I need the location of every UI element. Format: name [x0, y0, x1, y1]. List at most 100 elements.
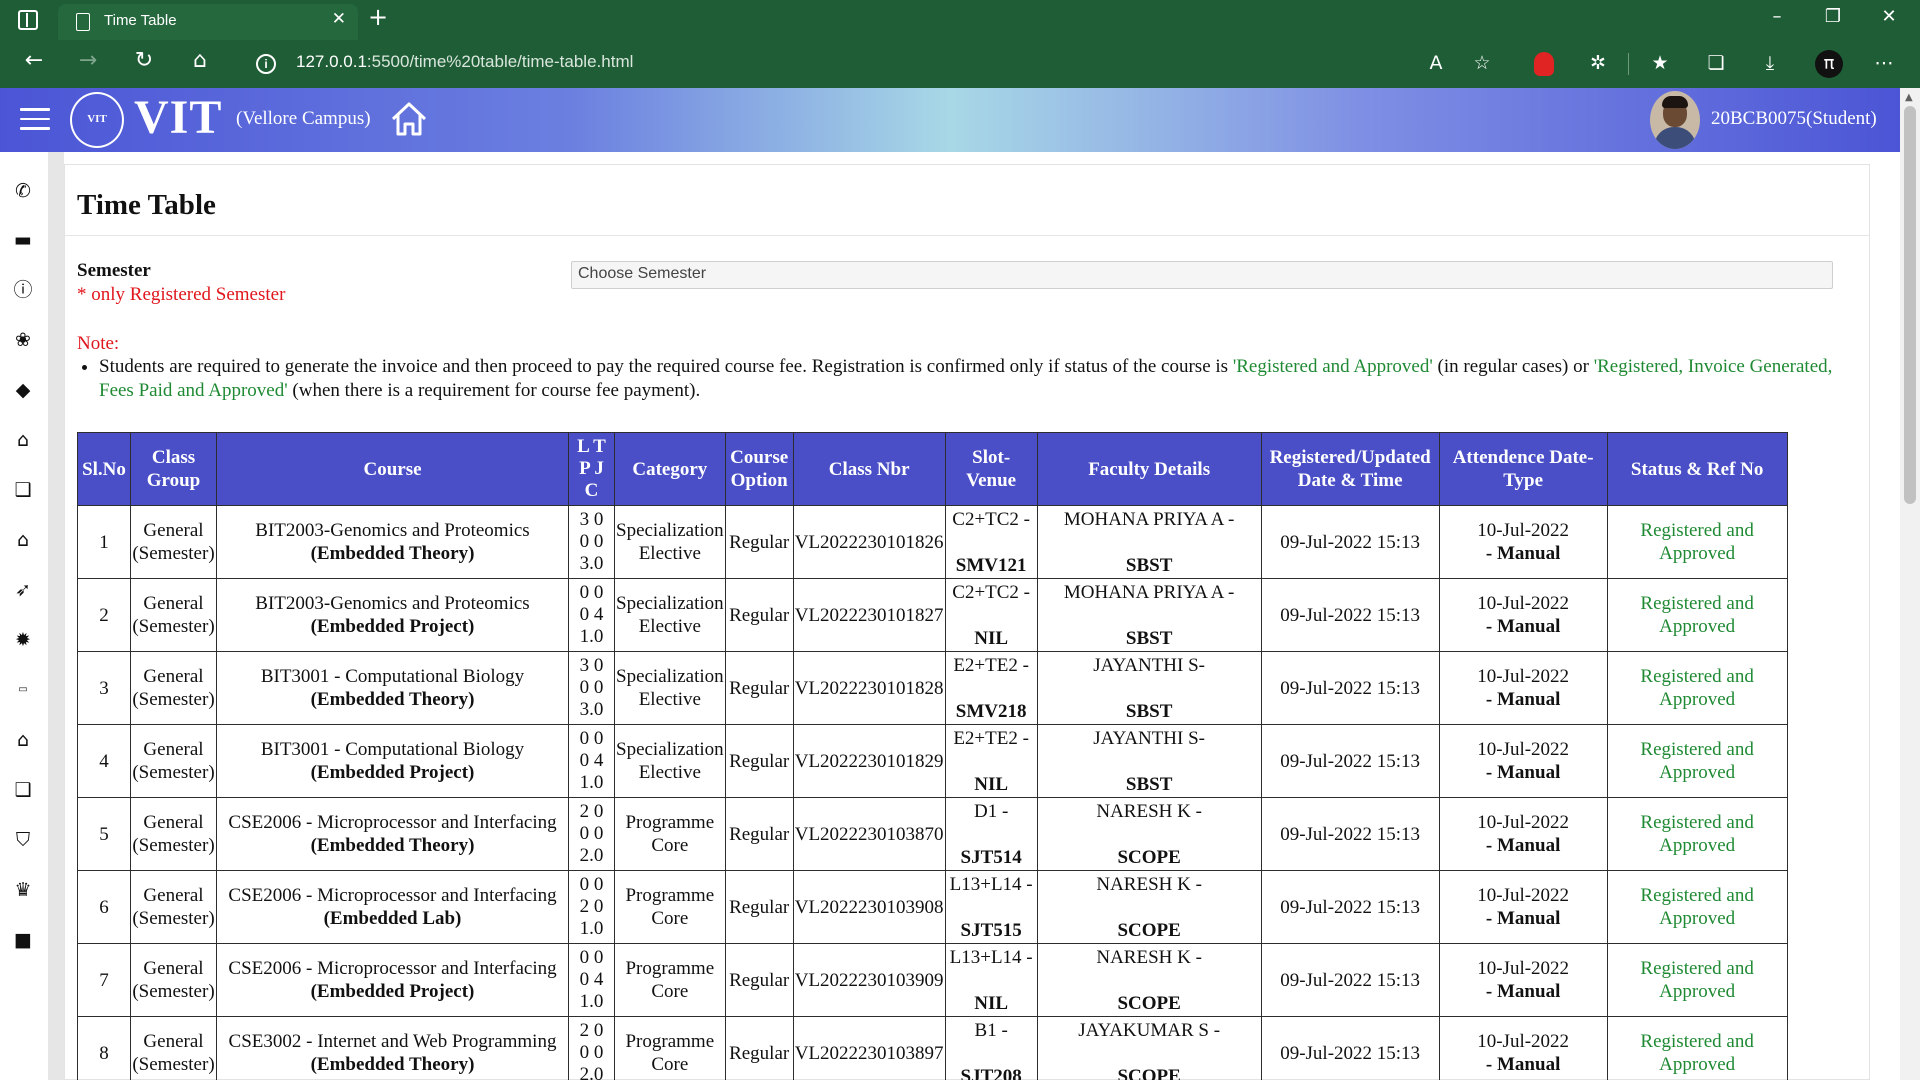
- user-id[interactable]: 20BCB0075(Student): [1711, 108, 1877, 130]
- cell-attendance: 10-Jul-2022- Manual: [1438, 505, 1608, 579]
- cell-registered-date: 09-Jul-2022 15:13: [1260, 651, 1440, 725]
- forward-icon[interactable]: →: [72, 48, 104, 73]
- cell-course: BIT3001 - Computational Biology (Embedded…: [216, 651, 569, 725]
- col-header-course-option: Course Option: [724, 432, 794, 506]
- cell-slno: 8: [77, 1016, 131, 1080]
- table-row: 2 General (Semester) BIT2003-Genomics and…: [77, 578, 1788, 652]
- info-icon[interactable]: ⓘ: [12, 279, 34, 301]
- browser-tab[interactable]: Time Table ✕: [58, 4, 358, 40]
- trophy-icon[interactable]: ♛: [12, 879, 34, 901]
- col-header-class-nbr: Class Nbr: [792, 432, 946, 506]
- cell-status: Registered and Approved: [1606, 1016, 1788, 1080]
- refresh-icon[interactable]: ↻: [128, 48, 160, 73]
- page-scrollbar[interactable]: ▲: [1900, 88, 1920, 1080]
- cell-slot-venue: L13+L14 - SJT515: [944, 870, 1038, 944]
- cell-course-option: Regular: [724, 578, 794, 652]
- cell-registered-date: 09-Jul-2022 15:13: [1260, 724, 1440, 798]
- cell-course-option: Regular: [724, 943, 794, 1017]
- cell-class-nbr: VL2022230103908: [792, 870, 946, 944]
- minimize-icon[interactable]: –: [1762, 6, 1792, 27]
- site-header: VIT VIT (Vellore Campus) 20BCB0075(Stude…: [0, 88, 1900, 152]
- briefcase-icon[interactable]: ▬: [12, 229, 34, 251]
- gear-icon[interactable]: ✹: [12, 629, 34, 651]
- col-header-slno: Sl.No: [77, 432, 131, 506]
- col-header-slot-venue: Slot- Venue: [944, 432, 1038, 506]
- shield-icon[interactable]: ⛉: [12, 829, 34, 851]
- new-tab-icon[interactable]: +: [368, 3, 388, 31]
- cell-class-group: General (Semester): [130, 724, 217, 798]
- extension-icon[interactable]: [1534, 52, 1554, 76]
- cell-faculty: NARESH K - SCOPE: [1036, 870, 1262, 944]
- cell-ltpjc: 2 00 0 2.0: [568, 1016, 615, 1080]
- col-header-category: Category: [614, 432, 726, 506]
- cell-registered-date: 09-Jul-2022 15:13: [1260, 870, 1440, 944]
- paw-icon[interactable]: ❀: [12, 329, 34, 351]
- note-item: Students are required to generate the in…: [99, 355, 1857, 403]
- cell-faculty: MOHANA PRIYA A - SBST: [1036, 505, 1262, 579]
- table-row: 6 General (Semester) CSE2006 - Microproce…: [77, 870, 1788, 944]
- cell-class-group: General (Semester): [130, 870, 217, 944]
- home-icon[interactable]: ⌂: [184, 48, 216, 73]
- note-label: Note:: [77, 333, 120, 354]
- col-header-registered: Registered/Updated Date & Time: [1260, 432, 1440, 506]
- cell-class-nbr: VL2022230103909: [792, 943, 946, 1017]
- close-icon[interactable]: ✕: [1874, 6, 1904, 27]
- cell-registered-date: 09-Jul-2022 15:13: [1260, 797, 1440, 871]
- profile-extension-icon[interactable]: π: [1815, 50, 1843, 78]
- cell-category: Programme Core: [614, 1016, 726, 1080]
- add-favorite-icon[interactable]: ☆: [1470, 51, 1494, 75]
- site-info-icon[interactable]: i: [256, 54, 276, 74]
- cell-slot-venue: E2+TE2 - SMV218: [944, 651, 1038, 725]
- cell-class-group: General (Semester): [130, 1016, 217, 1080]
- cell-course: CSE2006 - Microprocessor and Interfacing…: [216, 870, 569, 944]
- menu-icon[interactable]: [20, 108, 50, 130]
- cell-faculty: NARESH K - SCOPE: [1036, 797, 1262, 871]
- note-text-part: (when there is a requirement for course …: [287, 380, 701, 401]
- avatar[interactable]: [1650, 91, 1700, 149]
- bank-icon[interactable]: ⌂: [12, 529, 34, 551]
- cell-slno: 4: [77, 724, 131, 798]
- favorites-icon[interactable]: ★: [1648, 51, 1672, 75]
- lock-icon[interactable]: ■: [12, 929, 34, 951]
- semester-note: * only Registered Semester: [77, 284, 286, 305]
- scroll-up-icon[interactable]: ▲: [1905, 92, 1913, 103]
- book-open-icon[interactable]: ❑: [12, 779, 34, 801]
- bank-icon[interactable]: ⌂: [12, 429, 34, 451]
- tab-close-icon[interactable]: ✕: [332, 9, 346, 29]
- table-row: 3 General (Semester) BIT3001 - Computatio…: [77, 651, 1788, 725]
- campus-label: (Vellore Campus): [236, 108, 371, 129]
- cell-course: BIT3001 - Computational Biology (Embedded…: [216, 724, 569, 798]
- back-icon[interactable]: ←: [18, 48, 50, 73]
- cell-class-nbr: VL2022230101829: [792, 724, 946, 798]
- visa-card-icon[interactable]: ▭: [12, 679, 34, 701]
- graduation-cap-icon[interactable]: ◆: [12, 379, 34, 401]
- rocket-icon[interactable]: ➶: [12, 579, 34, 601]
- book-open-icon[interactable]: ❑: [12, 479, 34, 501]
- tab-actions-icon[interactable]: [18, 10, 38, 30]
- url-field[interactable]: 127.0.0.1:5500/time%20table/time-table.h…: [296, 52, 633, 72]
- collections-icon[interactable]: ❏: [1704, 51, 1728, 75]
- more-menu-icon[interactable]: ⋯: [1872, 51, 1896, 75]
- home-icon[interactable]: ⌂: [12, 729, 34, 751]
- extensions-icon[interactable]: ✲: [1586, 51, 1610, 75]
- cell-ltpjc: 0 00 4 1.0: [568, 943, 615, 1017]
- logo-text: VIT: [134, 91, 223, 144]
- home-icon[interactable]: [388, 98, 430, 140]
- url-path: :5500/time%20table/time-table.html: [366, 52, 634, 71]
- read-aloud-icon[interactable]: A: [1424, 51, 1448, 75]
- downloads-icon[interactable]: ⤓: [1758, 51, 1782, 75]
- cell-attendance: 10-Jul-2022- Manual: [1438, 943, 1608, 1017]
- scrollbar-thumb[interactable]: [1904, 106, 1916, 504]
- cell-category: Specialization Elective: [614, 724, 726, 798]
- cell-ltpjc: 3 00 0 3.0: [568, 505, 615, 579]
- cell-course-option: Regular: [724, 870, 794, 944]
- semester-select[interactable]: Choose Semester: [571, 261, 1833, 289]
- phone-icon[interactable]: ✆: [12, 180, 34, 202]
- cell-faculty: MOHANA PRIYA A - SBST: [1036, 578, 1262, 652]
- restore-icon[interactable]: ❐: [1818, 6, 1848, 27]
- table-row: 8 General (Semester) CSE3002 - Internet a…: [77, 1016, 1788, 1080]
- toolbar-divider: [1628, 53, 1629, 75]
- cell-course: CSE2006 - Microprocessor and Interfacing…: [216, 797, 569, 871]
- cell-slot-venue: D1 - SJT514: [944, 797, 1038, 871]
- cell-status: Registered and Approved: [1606, 505, 1788, 579]
